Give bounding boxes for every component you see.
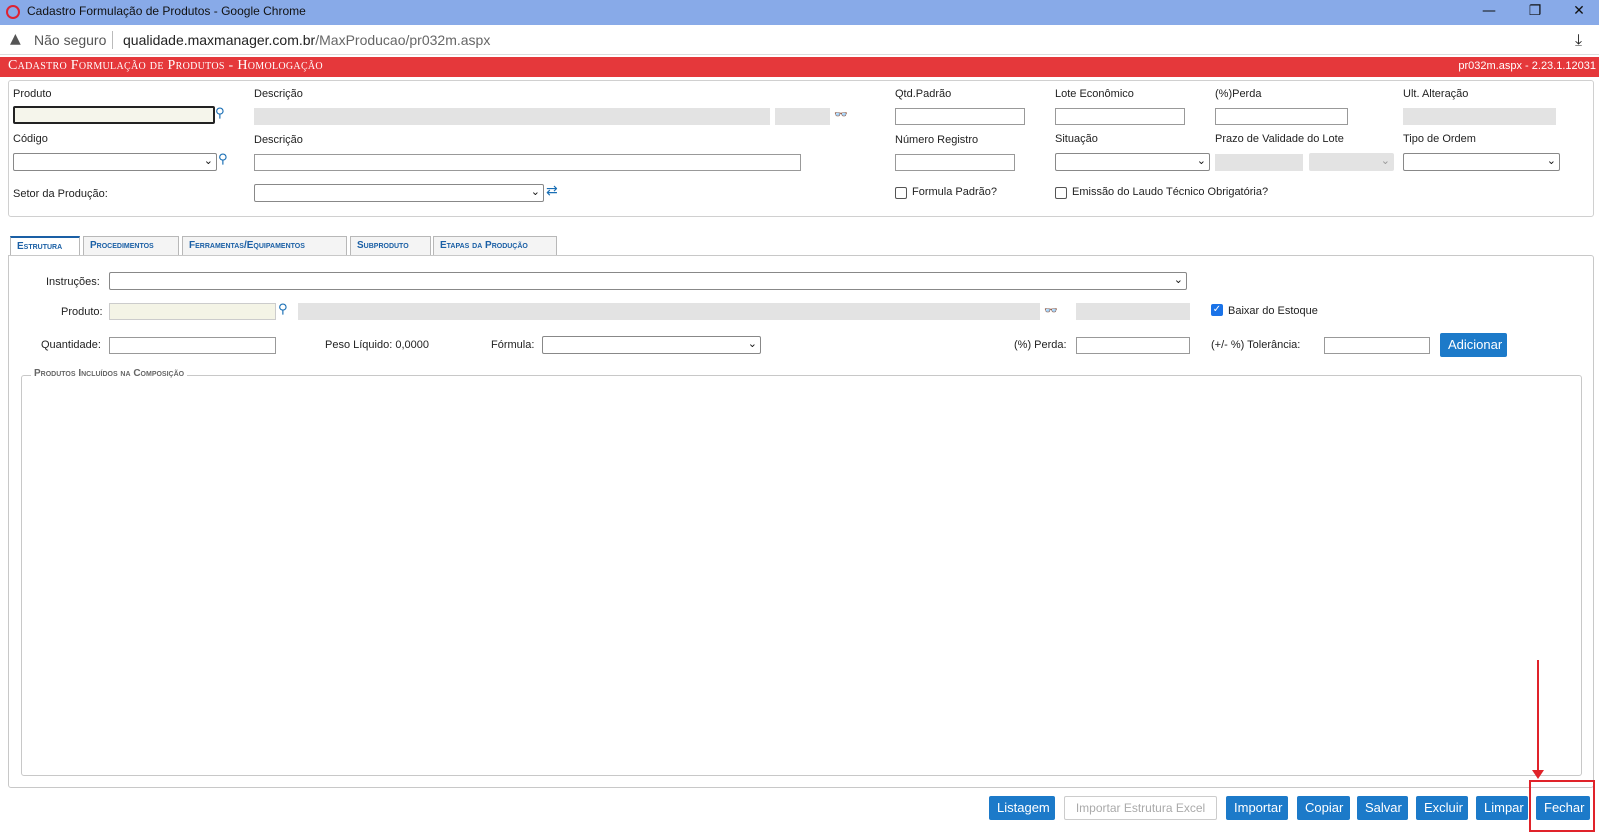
qtd-padrao-input[interactable] <box>895 108 1025 125</box>
estrutura-produto-label: Produto: <box>61 306 103 318</box>
importar-estrutura-excel-button[interactable]: Importar Estrutura Excel <box>1064 796 1217 820</box>
chevron-down-icon: ⌄ <box>1196 154 1206 167</box>
emissao-laudo-checkbox[interactable] <box>1055 187 1067 199</box>
ult-alteracao-readonly <box>1403 108 1556 125</box>
composicao-fieldset <box>21 375 1582 776</box>
prazo-validade-label: Prazo de Validade do Lote <box>1215 133 1344 145</box>
chevron-down-icon: ⌄ <box>747 337 757 350</box>
numero-registro-label: Número Registro <box>895 134 979 146</box>
descricao-label: Descrição <box>254 88 303 100</box>
baixar-estoque-checkbox[interactable]: ✓ <box>1211 304 1223 316</box>
annotation-arrowhead <box>1532 770 1544 779</box>
situacao-select[interactable]: ⌄ <box>1055 153 1210 171</box>
descricao2-label: Descrição <box>254 134 303 146</box>
limpar-button[interactable]: Limpar <box>1476 796 1528 820</box>
binoculars-icon[interactable]: 👓 <box>834 108 848 122</box>
tab-procedimentos[interactable]: Procedimentos <box>83 236 179 255</box>
estrutura-descricao-readonly <box>298 303 1040 320</box>
formula-label: Fórmula: <box>491 339 535 351</box>
tipo-ordem-label: Tipo de Ordem <box>1403 133 1476 145</box>
warning-icon[interactable]: ▲ <box>10 31 21 47</box>
tab-ferramentas[interactable]: Ferramentas/Equipamentos <box>182 236 347 255</box>
tab-etapas-producao[interactable]: Etapas da Produção <box>433 236 557 255</box>
descricao-readonly <box>254 108 770 125</box>
window-title: Cadastro Formulação de Produtos - Google… <box>27 4 306 18</box>
chevron-down-icon: ⌄ <box>1173 273 1183 286</box>
descricao-input[interactable] <box>254 154 801 171</box>
copiar-button[interactable]: Copiar <box>1297 796 1350 820</box>
estrutura-perda-label: (%) Perda: <box>1014 339 1067 351</box>
prazo-unidade-select: ⌄ <box>1309 153 1394 171</box>
baixar-estoque-label: Baixar do Estoque <box>1228 305 1318 317</box>
formula-padrao-label: Formula Padrão? <box>912 186 997 198</box>
browser-titlebar: Cadastro Formulação de Produtos - Google… <box>0 0 1599 25</box>
chevron-down-icon: ⌄ <box>1546 154 1556 167</box>
produto-input[interactable] <box>13 106 215 124</box>
page-version: pr032m.aspx - 2.23.1.12031 <box>1458 60 1596 72</box>
instrucoes-label: Instruções: <box>46 276 100 288</box>
address-bar[interactable]: ▲ Não seguro qualidade.maxmanager.com.br… <box>0 25 1599 55</box>
ult-alteracao-label: Ult. Alteração <box>1403 88 1469 100</box>
produto-label: Produto <box>13 88 52 100</box>
composicao-legend: Produtos Incluídos na Composição <box>31 368 188 379</box>
binoculars-icon[interactable]: 👓 <box>1044 304 1058 318</box>
situacao-label: Situação <box>1055 133 1098 145</box>
chevron-down-icon: ⌄ <box>203 154 213 167</box>
estrutura-perda-input[interactable] <box>1076 337 1190 354</box>
search-icon[interactable]: ⚲ <box>278 303 288 317</box>
chevron-down-icon: ⌄ <box>530 185 540 198</box>
salvar-button[interactable]: Salvar <box>1357 796 1408 820</box>
setor-producao-select[interactable]: ⌄ <box>254 184 544 202</box>
importar-button[interactable]: Importar <box>1226 796 1288 820</box>
formula-padrao-checkbox[interactable] <box>895 187 907 199</box>
tolerancia-label: (+/- %) Tolerância: <box>1211 339 1301 351</box>
tolerancia-input[interactable] <box>1324 337 1430 354</box>
tab-estrutura[interactable]: Estrutura <box>10 236 80 256</box>
perda-label: (%)Perda <box>1215 88 1262 100</box>
minimize-button[interactable]: — <box>1469 0 1509 25</box>
security-label[interactable]: Não seguro <box>34 32 106 48</box>
estrutura-produto-input[interactable] <box>109 303 276 320</box>
quantidade-label: Quantidade: <box>41 339 101 351</box>
url-path: /MaxProducao/pr032m.aspx <box>315 32 491 48</box>
estrutura-unidade-readonly <box>1076 303 1190 320</box>
unidade-readonly <box>775 108 830 125</box>
setor-producao-label: Setor da Produção: <box>13 188 108 200</box>
page-header: Cadastro Formulação de Produtos - Homolo… <box>0 57 1599 77</box>
download-icon[interactable]: ⤓ <box>1575 30 1582 50</box>
url-host: qualidade.maxmanager.com.br <box>123 32 316 48</box>
numero-registro-input[interactable] <box>895 154 1015 171</box>
adicionar-button[interactable]: Adicionar <box>1440 333 1507 357</box>
lote-economico-input[interactable] <box>1055 108 1185 125</box>
codigo-label: Código <box>13 133 48 145</box>
peso-liquido-label: Peso Líquido: 0,0000 <box>325 339 429 351</box>
close-window-button[interactable]: ✕ <box>1559 0 1599 25</box>
app-logo-icon <box>6 5 20 19</box>
quantidade-input[interactable] <box>109 337 276 354</box>
tab-subproduto[interactable]: Subproduto <box>350 236 431 255</box>
lote-economico-label: Lote Econômico <box>1055 88 1134 100</box>
formula-select[interactable]: ⌄ <box>542 336 761 354</box>
address-separator <box>112 31 113 49</box>
search-icon[interactable]: ⚲ <box>218 153 228 167</box>
restore-button[interactable]: ❐ <box>1515 0 1555 25</box>
excluir-button[interactable]: Excluir <box>1416 796 1468 820</box>
annotation-highlight-box <box>1529 780 1595 832</box>
url-text[interactable]: qualidade.maxmanager.com.br/MaxProducao/… <box>123 32 490 48</box>
page-title: Cadastro Formulação de Produtos - Homolo… <box>8 58 323 73</box>
search-icon[interactable]: ⚲ <box>215 107 225 121</box>
codigo-select[interactable]: ⌄ <box>13 153 217 171</box>
header-form-panel <box>8 80 1594 217</box>
tipo-ordem-select[interactable]: ⌄ <box>1403 153 1560 171</box>
annotation-arrow <box>1537 660 1539 776</box>
refresh-icon[interactable]: ⇄ <box>546 184 558 198</box>
emissao-laudo-label: Emissão do Laudo Técnico Obrigatória? <box>1072 186 1269 198</box>
listagem-button[interactable]: Listagem <box>989 796 1055 820</box>
prazo-validade-readonly <box>1215 154 1303 171</box>
qtd-padrao-label: Qtd.Padrão <box>895 88 952 100</box>
instrucoes-select[interactable]: ⌄ <box>109 272 1187 290</box>
perda-input[interactable] <box>1215 108 1348 125</box>
chevron-down-icon: ⌄ <box>1380 154 1390 167</box>
